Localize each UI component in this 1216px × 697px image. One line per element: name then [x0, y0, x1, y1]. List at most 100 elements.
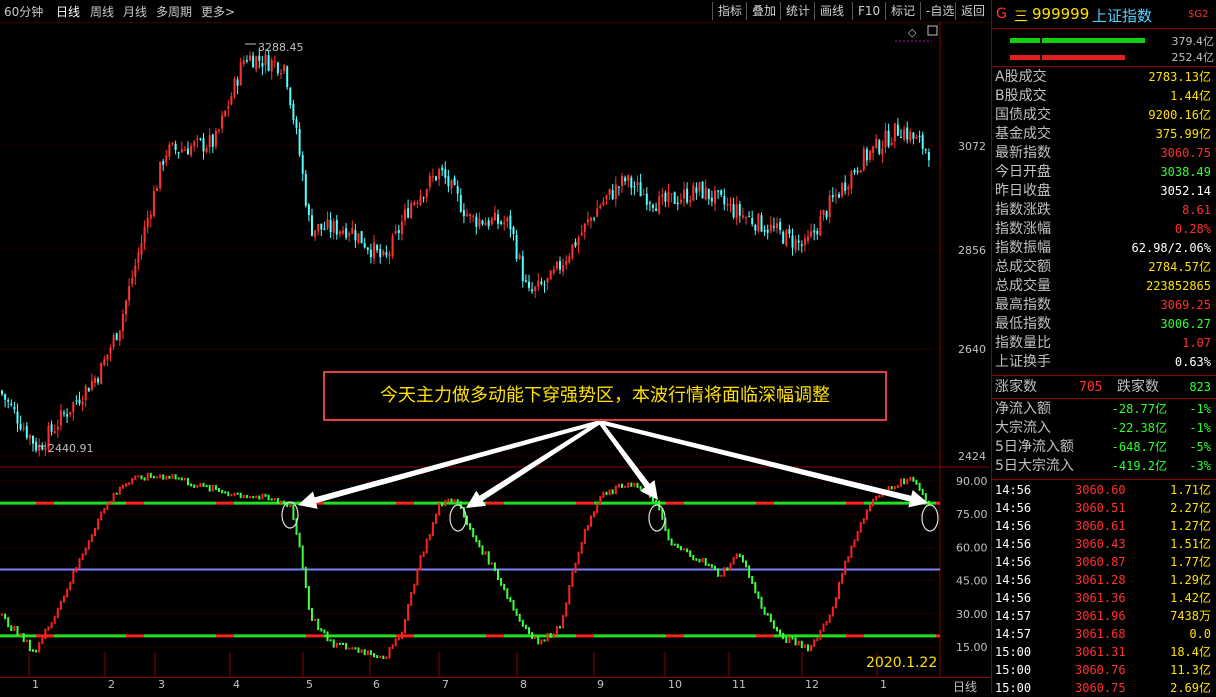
osc-bar — [813, 639, 816, 647]
osc-bar — [428, 533, 431, 541]
candle-body — [19, 423, 22, 430]
osc-bar — [794, 637, 797, 646]
menu-icon[interactable]: 三 — [1014, 6, 1028, 26]
candle-body — [255, 56, 258, 70]
candle-body — [862, 148, 865, 171]
osc-bar — [893, 486, 896, 490]
candle-body — [25, 425, 28, 438]
osc-bar — [84, 547, 87, 556]
quote-row-value: 223852865 — [1145, 279, 1211, 293]
osc-bar — [624, 485, 627, 488]
expand-icon — [927, 25, 938, 36]
candle-body — [506, 217, 509, 222]
osc-bar — [639, 485, 642, 490]
tick-price: 3060.75 — [1075, 681, 1126, 695]
tab-multi-period[interactable]: 多周期 — [156, 3, 192, 20]
overlay-button[interactable]: 叠加 — [746, 2, 776, 20]
month-tick: 5 — [306, 678, 313, 691]
quote-row-label: 最高指数 — [995, 297, 1051, 313]
statistics-button[interactable]: 统计 — [780, 2, 810, 20]
candle-body — [413, 202, 416, 205]
mark-button[interactable]: 标记 — [885, 2, 915, 20]
osc-bar — [419, 555, 422, 571]
osc-bar — [745, 560, 747, 568]
osc-bar — [689, 550, 692, 557]
osc-bar — [376, 655, 379, 659]
osc-bar — [317, 618, 320, 631]
indicator-button[interactable]: 指标 — [712, 2, 742, 20]
kline-chart[interactable]: 3072 2856 2640 2424 90.00 75.00 60.00 45.00 30.0… — [0, 22, 990, 678]
candle-body — [273, 61, 276, 63]
osc-bar — [221, 489, 224, 494]
osc-bar — [822, 623, 825, 632]
osc-bar — [772, 620, 775, 629]
candle-body — [906, 127, 909, 140]
draw-line-button[interactable]: 画线 — [814, 2, 844, 20]
osc-bar — [47, 626, 50, 631]
osc-bar — [878, 495, 881, 498]
f10-button[interactable]: F10 — [852, 2, 880, 20]
tab-more[interactable]: 更多> — [201, 3, 235, 20]
candle-body — [751, 217, 754, 225]
candle-body — [841, 183, 844, 196]
candle-body — [162, 160, 165, 165]
osc-bar — [571, 570, 574, 587]
candle-body — [109, 347, 112, 354]
candle-body — [72, 402, 75, 413]
candle-body — [456, 186, 459, 194]
advance-decline-row: 涨家数 705 跌家数 823 — [995, 378, 1213, 397]
candle-body — [103, 359, 106, 366]
candle-body — [152, 191, 155, 217]
tick-time: 15:00 — [995, 645, 1032, 659]
osc-bar — [810, 644, 813, 652]
candle-body — [283, 64, 286, 72]
month-tick: 1 — [32, 678, 39, 691]
tick-volume: 1.77亿 — [1170, 555, 1211, 569]
up-count: 705 — [1079, 380, 1103, 395]
osc-bar — [481, 545, 484, 555]
candle-body — [748, 216, 751, 218]
candle-body — [13, 406, 16, 410]
candle-body — [794, 239, 797, 251]
osc-bar — [546, 632, 549, 642]
osc-bar — [760, 596, 763, 609]
flow-row: 净流入额 -28.77亿 -1% — [995, 400, 1213, 419]
candle-body — [400, 221, 403, 235]
back-button[interactable]: 返回 — [955, 2, 985, 20]
osc-bar — [512, 599, 515, 611]
favorites-button[interactable]: -自选 — [920, 2, 954, 20]
candle-body — [338, 231, 341, 234]
quote-row-label: 今日开盘 — [995, 164, 1051, 180]
osc-bar — [543, 639, 546, 642]
candle-body — [348, 233, 351, 236]
low-price-label: 2440.91 — [48, 442, 94, 455]
tick-volume: 7438万 — [1170, 609, 1211, 623]
osc-bar — [183, 477, 186, 481]
osc-bar — [128, 482, 131, 486]
candle-body — [565, 261, 568, 265]
candle-body — [776, 223, 778, 229]
tick-price: 3061.68 — [1075, 627, 1126, 641]
up-count-label: 涨家数 — [995, 379, 1037, 395]
osc-bar — [900, 478, 902, 487]
quote-row: B股成交 1.44亿 — [995, 87, 1213, 106]
tick-volume: 11.3亿 — [1170, 663, 1211, 677]
badge: $G2 — [1188, 9, 1209, 20]
quote-row: 昨日收盘 3052.14 — [995, 182, 1213, 201]
quote-row: 指数量比 1.07 — [995, 334, 1213, 353]
month-tick: 4 — [233, 678, 240, 691]
candle-body — [50, 424, 53, 432]
tab-daily[interactable]: 日线 — [56, 3, 80, 20]
osc-bar — [121, 484, 124, 489]
tick-volume: 2.27亿 — [1170, 501, 1211, 515]
tab-60min[interactable]: 60分钟 — [4, 3, 43, 20]
tab-weekly[interactable]: 周线 — [90, 3, 114, 20]
osc-bar — [723, 567, 726, 577]
osc-bar — [131, 477, 134, 485]
osc-bar — [701, 558, 704, 563]
candle-body — [143, 226, 146, 244]
candle-body — [642, 193, 645, 195]
tick-row: 14:56 3060.51 2.27亿 — [995, 499, 1213, 517]
osc-bar — [137, 475, 140, 478]
tab-monthly[interactable]: 月线 — [123, 3, 147, 20]
